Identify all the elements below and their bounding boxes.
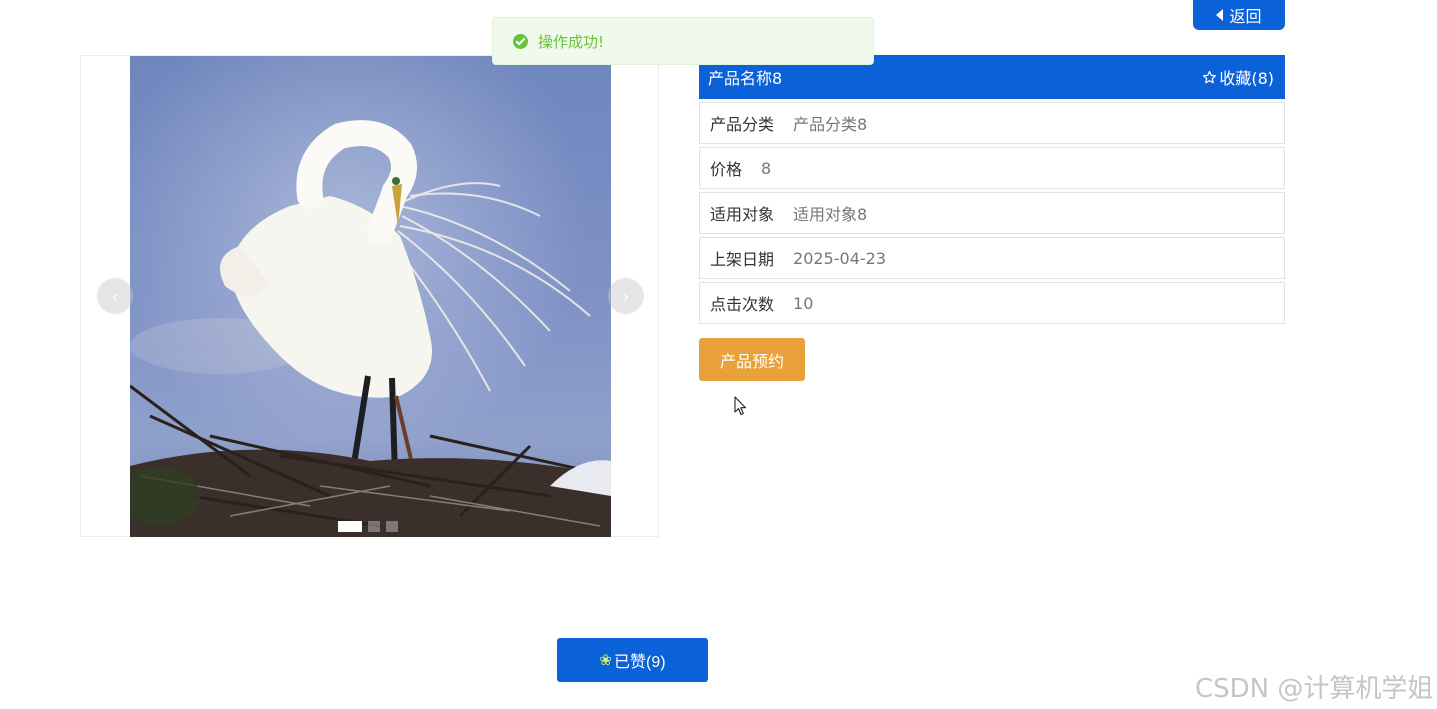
field-value: 产品分类8 bbox=[793, 115, 868, 134]
info-row-category: 产品分类 产品分类8 bbox=[699, 102, 1285, 144]
field-label: 点击次数 bbox=[710, 295, 775, 314]
carousel-next-button[interactable]: › bbox=[608, 278, 644, 314]
field-value: 10 bbox=[793, 293, 814, 313]
back-button-label: 返回 bbox=[1229, 9, 1262, 26]
carousel-indicator-3[interactable] bbox=[386, 521, 398, 532]
product-name: 产品名称8 bbox=[708, 69, 783, 88]
chevron-left-icon: ‹ bbox=[111, 286, 119, 306]
field-value: 2025-04-23 bbox=[793, 248, 886, 268]
field-label: 价格 bbox=[710, 160, 743, 179]
carousel-prev-button[interactable]: ‹ bbox=[97, 278, 133, 314]
success-toast: 操作成功! bbox=[492, 17, 874, 65]
thumbs-up-icon: ❀ bbox=[599, 652, 612, 669]
star-outline-icon bbox=[1203, 70, 1217, 83]
chevron-right-icon: › bbox=[622, 286, 630, 306]
carousel-indicator-2[interactable] bbox=[368, 521, 380, 532]
caret-left-icon bbox=[1216, 9, 1224, 21]
like-button[interactable]: ❀ 已赞(9) bbox=[557, 638, 708, 682]
carousel-indicators bbox=[338, 521, 398, 532]
info-row-clicks: 点击次数 10 bbox=[699, 282, 1285, 324]
product-image-carousel: ‹ › bbox=[80, 55, 659, 537]
favorite-button[interactable]: 收藏(8) bbox=[1202, 65, 1274, 89]
info-row-date: 上架日期 2025-04-23 bbox=[699, 237, 1285, 279]
info-row-target: 适用对象 适用对象8 bbox=[699, 192, 1285, 234]
field-value: 适用对象8 bbox=[793, 205, 868, 224]
egret-photo bbox=[130, 56, 611, 537]
field-value: 8 bbox=[761, 158, 772, 178]
back-button[interactable]: 返回 bbox=[1193, 0, 1285, 30]
field-label: 产品分类 bbox=[710, 115, 775, 134]
check-circle-icon bbox=[513, 33, 528, 49]
carousel-indicator-1[interactable] bbox=[338, 521, 362, 532]
field-label: 适用对象 bbox=[710, 205, 775, 224]
mouse-cursor-icon bbox=[734, 396, 747, 416]
info-row-price: 价格 8 bbox=[699, 147, 1285, 189]
field-label: 上架日期 bbox=[710, 250, 775, 269]
carousel-slide-image bbox=[130, 56, 611, 537]
favorite-label: 收藏(8) bbox=[1219, 69, 1274, 88]
like-label: 已赞(9) bbox=[614, 654, 666, 671]
watermark: CSDN @计算机学姐 bbox=[1195, 674, 1434, 704]
book-product-button[interactable]: 产品预约 bbox=[699, 338, 805, 381]
toast-message: 操作成功! bbox=[538, 32, 605, 51]
